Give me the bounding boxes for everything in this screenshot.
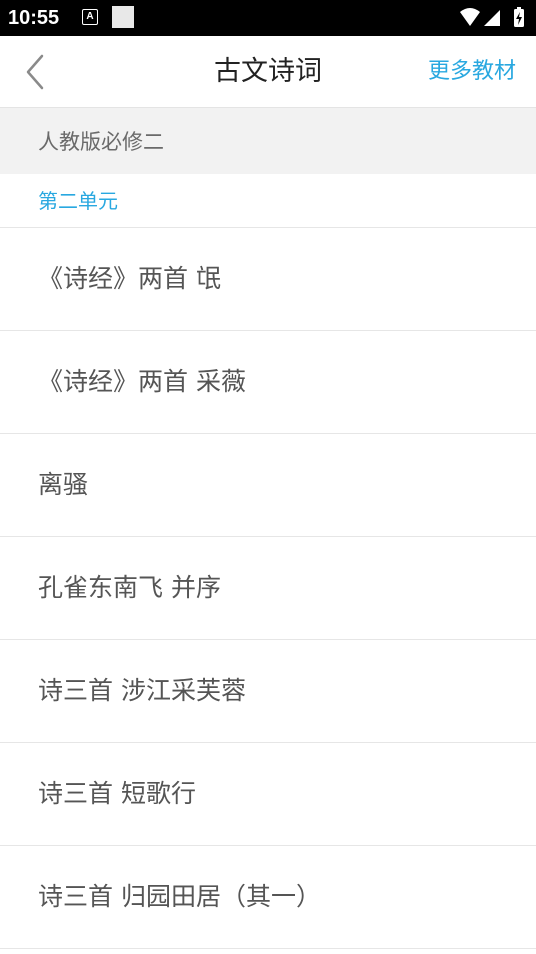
list-item-label: 诗三首 涉江采芙蓉 [38,676,246,705]
list-item-label: 孔雀东南飞 并序 [38,573,221,602]
list-item[interactable]: 诗三首 短歌行 [0,743,536,846]
wifi-icon [460,8,480,26]
list-item[interactable]: 孔雀东南飞 并序 [0,537,536,640]
list-item-label: 离骚 [38,470,89,499]
list-item[interactable]: 诗三首 归园田居（其一） [0,846,536,949]
app-bar: 古文诗词 更多教材 [0,36,536,108]
list-item-label: 诗三首 短歌行 [38,779,196,808]
list-item[interactable]: 《诗经》两首 采薇 [0,331,536,434]
status-bar: 10:55 A [0,0,536,36]
list-item[interactable]: 《诗经》两首 氓 [0,228,536,331]
textbook-section-header: 人教版必修二 [0,108,536,174]
unit-label: 第二单元 [38,189,118,213]
more-textbooks-button[interactable]: 更多教材 [428,57,516,87]
list-item-label: 《诗经》两首 采薇 [38,367,246,396]
battery-icon [514,7,524,27]
status-icons [460,7,524,27]
list-item[interactable]: 诗三首 涉江采芙蓉 [0,640,536,743]
list-item-label: 《诗经》两首 氓 [38,264,221,293]
poem-list: 《诗经》两首 氓 《诗经》两首 采薇 离骚 孔雀东南飞 并序 诗三首 涉江采芙蓉… [0,228,536,949]
list-item[interactable]: 离骚 [0,434,536,537]
unit-header: 第二单元 [0,174,536,228]
textbook-title: 人教版必修二 [38,130,164,154]
notification-a-icon: A [82,9,98,25]
list-item-label: 诗三首 归园田居（其一） [38,882,321,911]
signal-icon [484,10,500,26]
status-time: 10:55 [8,7,60,29]
notification-square-icon [112,6,134,28]
